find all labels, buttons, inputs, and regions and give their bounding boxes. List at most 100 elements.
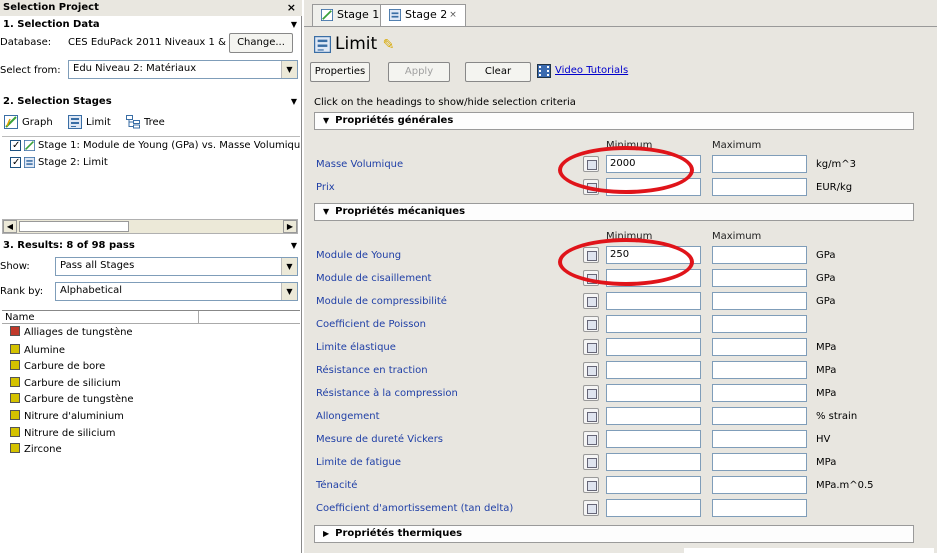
- apply-button[interactable]: Apply: [388, 62, 450, 82]
- list-item[interactable]: Carbure de silicium: [10, 377, 121, 390]
- property-options-icon[interactable]: [583, 408, 599, 424]
- tree-label: Tree: [144, 117, 165, 128]
- collapse-icon[interactable]: ▼: [291, 94, 297, 110]
- property-label[interactable]: Allongement: [316, 409, 380, 425]
- general-properties-header[interactable]: ▼ Propriétés générales: [314, 112, 914, 130]
- scrollbar-thumb[interactable]: [19, 221, 129, 232]
- selection-data-heading[interactable]: 1. Selection Data ▼: [0, 17, 302, 33]
- min-input[interactable]: [606, 315, 701, 333]
- property-label[interactable]: Module de compressibilité: [316, 294, 447, 310]
- graph-icon: [321, 9, 333, 21]
- results-column-header[interactable]: Name: [2, 310, 300, 324]
- thermal-properties-header[interactable]: ▶ Propriétés thermiques: [314, 525, 914, 543]
- property-label[interactable]: Coefficient d'amortissement (tan delta): [316, 501, 513, 517]
- property-label[interactable]: Résistance en traction: [316, 363, 428, 379]
- property-label[interactable]: Coefficient de Poisson: [316, 317, 426, 333]
- limit-stage-button[interactable]: Limit: [68, 114, 111, 132]
- list-item[interactable]: Alumine: [10, 344, 65, 357]
- close-tab-icon[interactable]: ×: [449, 10, 457, 20]
- property-label[interactable]: Mesure de dureté Vickers: [316, 432, 443, 448]
- min-input[interactable]: [606, 384, 701, 402]
- change-database-button[interactable]: Change...: [229, 33, 293, 53]
- property-options-icon[interactable]: [583, 454, 599, 470]
- stage-editor-panel: Stage 1 Stage 2 × Limit ✎ Properties Appl…: [304, 0, 937, 553]
- max-input[interactable]: [712, 407, 807, 425]
- list-item[interactable]: Zircone: [10, 443, 62, 456]
- stage-checkbox[interactable]: [10, 155, 21, 171]
- min-input[interactable]: [606, 476, 701, 494]
- max-input[interactable]: [712, 155, 807, 173]
- film-icon[interactable]: [537, 64, 551, 78]
- selection-stages-heading[interactable]: 2. Selection Stages ▼: [0, 94, 302, 110]
- max-input[interactable]: [712, 178, 807, 196]
- list-item[interactable]: Alliages de tungstène: [10, 326, 133, 339]
- stage-row[interactable]: Stage 2: Limit: [10, 155, 300, 171]
- mechanical-properties-header[interactable]: ▼ Propriétés mécaniques: [314, 203, 914, 221]
- stage-checkbox[interactable]: [10, 138, 21, 154]
- tree-stage-button[interactable]: Tree: [126, 114, 165, 132]
- scroll-left-icon[interactable]: ◀: [3, 220, 17, 233]
- max-input[interactable]: [712, 361, 807, 379]
- property-label[interactable]: Résistance à la compression: [316, 386, 458, 402]
- min-input[interactable]: [606, 453, 701, 471]
- group-label: Propriétés mécaniques: [335, 206, 466, 217]
- horizontal-scrollbar[interactable]: ◀ ▶: [2, 219, 298, 234]
- min-input[interactable]: [606, 430, 701, 448]
- max-input[interactable]: [712, 315, 807, 333]
- min-input[interactable]: [606, 361, 701, 379]
- property-options-icon[interactable]: [583, 500, 599, 516]
- list-item[interactable]: Nitrure d'aluminium: [10, 410, 124, 423]
- property-options-icon[interactable]: [583, 477, 599, 493]
- clear-button[interactable]: Clear: [465, 62, 531, 82]
- max-input[interactable]: [712, 384, 807, 402]
- property-options-icon[interactable]: [583, 385, 599, 401]
- min-input[interactable]: [606, 407, 701, 425]
- property-options-icon[interactable]: [583, 316, 599, 332]
- max-input[interactable]: [712, 338, 807, 356]
- property-options-icon[interactable]: [583, 431, 599, 447]
- tab-stage-2[interactable]: Stage 2 ×: [380, 4, 466, 27]
- min-input[interactable]: [606, 292, 701, 310]
- stage-row[interactable]: Stage 1: Module de Young (GPa) vs. Masse…: [10, 138, 300, 154]
- max-input[interactable]: [712, 292, 807, 310]
- property-options-icon[interactable]: [583, 339, 599, 355]
- chevron-down-icon[interactable]: ▼: [281, 283, 297, 300]
- list-item[interactable]: Nitrure de silicium: [10, 427, 115, 440]
- graph-stage-button[interactable]: Graph: [4, 114, 53, 132]
- collapse-icon[interactable]: ▼: [291, 17, 297, 33]
- property-label[interactable]: Masse Volumique: [316, 157, 403, 173]
- max-input[interactable]: [712, 246, 807, 264]
- rank-dropdown[interactable]: Alphabetical ▼: [55, 282, 298, 301]
- collapse-icon[interactable]: ▼: [291, 238, 297, 254]
- min-input[interactable]: [606, 499, 701, 517]
- list-item[interactable]: Carbure de bore: [10, 360, 105, 373]
- properties-button[interactable]: Properties: [310, 62, 370, 82]
- close-icon[interactable]: ×: [287, 0, 296, 15]
- unit-label: MPa: [816, 342, 837, 353]
- property-label[interactable]: Module de cisaillement: [316, 271, 431, 287]
- property-options-icon[interactable]: [583, 293, 599, 309]
- property-label[interactable]: Ténacité: [316, 478, 357, 494]
- property-label[interactable]: Module de Young: [316, 248, 401, 264]
- property-label[interactable]: Limite élastique: [316, 340, 396, 356]
- limit-icon: [389, 9, 401, 21]
- tab-stage-1[interactable]: Stage 1: [312, 4, 389, 26]
- property-label[interactable]: Prix: [316, 180, 335, 196]
- scroll-right-icon[interactable]: ▶: [283, 220, 297, 233]
- video-tutorials-link[interactable]: Video Tutorials: [555, 65, 628, 76]
- edit-pencil-icon[interactable]: ✎: [383, 37, 395, 53]
- select-from-dropdown[interactable]: Edu Niveau 2: Matériaux ▼: [68, 60, 298, 79]
- property-options-icon[interactable]: [583, 362, 599, 378]
- list-item[interactable]: Carbure de tungstène: [10, 393, 134, 406]
- chevron-down-icon[interactable]: ▼: [281, 258, 297, 275]
- min-input[interactable]: [606, 338, 701, 356]
- max-input[interactable]: [712, 269, 807, 287]
- results-heading[interactable]: 3. Results: 8 of 98 pass ▼: [0, 238, 302, 254]
- max-input[interactable]: [712, 453, 807, 471]
- show-dropdown[interactable]: Pass all Stages ▼: [55, 257, 298, 276]
- max-input[interactable]: [712, 499, 807, 517]
- property-label[interactable]: Limite de fatigue: [316, 455, 401, 471]
- max-input[interactable]: [712, 476, 807, 494]
- chevron-down-icon[interactable]: ▼: [281, 61, 297, 78]
- max-input[interactable]: [712, 430, 807, 448]
